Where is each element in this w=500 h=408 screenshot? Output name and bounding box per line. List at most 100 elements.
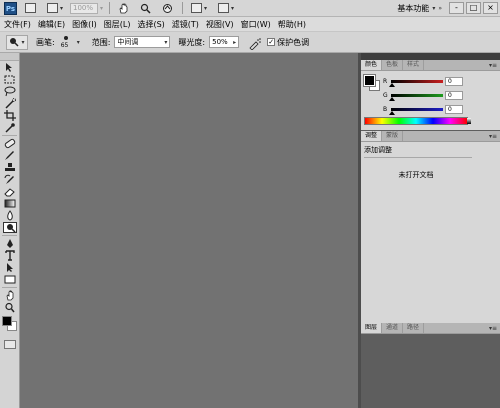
eyedropper-tool[interactable] (3, 122, 17, 133)
lasso-tool[interactable] (3, 86, 17, 97)
exposure-field[interactable]: 50% ▸ (209, 36, 240, 48)
slider-knob-icon[interactable] (389, 97, 395, 101)
dodge-icon (7, 224, 16, 233)
chevron-right-icon: » (438, 5, 442, 12)
black-white-ramp[interactable] (467, 118, 471, 124)
dock-header[interactable] (361, 53, 500, 60)
eraser-tool[interactable] (3, 186, 17, 197)
blur-tool[interactable] (3, 210, 17, 221)
screen-mode-button[interactable]: ▾ (215, 2, 237, 15)
marquee-tool[interactable] (3, 74, 17, 85)
quick-select-icon (5, 98, 16, 109)
green-value[interactable]: 0 (445, 91, 463, 100)
lasso-icon (4, 86, 16, 97)
eyedropper-icon (5, 123, 15, 133)
healing-tool[interactable] (3, 138, 17, 149)
zoom-icon (5, 302, 15, 313)
color-spectrum[interactable] (364, 117, 471, 125)
close-button[interactable]: × (483, 2, 498, 14)
zoom-button[interactable] (137, 2, 154, 15)
bridge-button[interactable] (22, 2, 39, 15)
rotate-view-button[interactable] (159, 2, 176, 15)
brush-picker[interactable]: 65 (59, 35, 77, 50)
red-slider[interactable] (389, 80, 443, 87)
protect-tones-checkbox[interactable]: ✓ (267, 38, 276, 46)
shape-tool[interactable] (3, 274, 17, 285)
chevron-right-icon: ▸ (233, 38, 237, 46)
arrange-documents-button[interactable]: ▾ (188, 2, 210, 15)
panel-menu-icon[interactable]: ▾≡ (489, 325, 497, 332)
red-value[interactable]: 0 (445, 77, 463, 86)
color-panel-swatches[interactable] (363, 74, 380, 91)
crop-icon (4, 110, 16, 121)
move-tool[interactable] (3, 62, 17, 73)
slider-knob-icon[interactable] (389, 111, 395, 115)
menu-file[interactable]: 文件(F) (4, 19, 31, 30)
menu-layer[interactable]: 图层(L) (104, 19, 131, 30)
tab-channels[interactable]: 通道 (382, 323, 404, 333)
menu-window[interactable]: 窗口(W) (241, 19, 271, 30)
layers-panel-body (361, 334, 500, 408)
photoshop-logo: Ps (4, 1, 17, 15)
chevron-down-icon[interactable]: ▾ (77, 39, 80, 46)
hand-icon (6, 290, 14, 301)
workspace-switcher[interactable]: 基本功能 ▾ » (397, 2, 442, 15)
tab-color[interactable]: 颜色 (361, 60, 383, 70)
panel-menu-icon[interactable]: ▾≡ (489, 62, 497, 69)
panel-grip[interactable] (0, 53, 19, 61)
slider-knob-icon[interactable] (389, 83, 395, 87)
tab-styles[interactable]: 样式 (403, 60, 425, 70)
pen-icon (7, 239, 13, 248)
green-slider[interactable] (389, 94, 443, 101)
airbrush-button[interactable] (247, 36, 261, 51)
divider (2, 287, 17, 288)
range-select[interactable]: 中间调 ▾ (114, 36, 171, 48)
blue-value[interactable]: 0 (445, 105, 463, 114)
mini-bridge-button[interactable]: ▾ (44, 2, 66, 15)
dodge-tool[interactable] (3, 222, 17, 233)
tab-paths[interactable]: 路径 (403, 323, 425, 333)
history-brush-tool[interactable] (3, 174, 17, 185)
menu-image[interactable]: 图像(I) (72, 19, 97, 30)
crop-tool[interactable] (3, 110, 17, 121)
menu-view[interactable]: 视图(V) (206, 19, 234, 30)
tab-masks[interactable]: 蒙版 (382, 131, 404, 141)
chevron-down-icon: ▾ (432, 5, 436, 12)
foreground-color[interactable] (363, 74, 376, 87)
brush-tool[interactable] (3, 150, 17, 161)
tab-swatches[interactable]: 色板 (382, 60, 404, 70)
minimize-button[interactable]: - (449, 2, 464, 14)
foreground-color[interactable] (2, 316, 12, 326)
zoom-tool[interactable] (3, 302, 17, 313)
tab-layers[interactable]: 图层 (361, 323, 383, 333)
brush-icon (5, 151, 14, 160)
panel-dock: 颜色 色板 样式 ▾≡ R 0 G 0 B 0 调整 蒙版 ▾≡ 添加调整 未打… (361, 53, 500, 408)
color-swatches[interactable] (1, 315, 19, 335)
menu-edit[interactable]: 编辑(E) (38, 19, 65, 30)
path-select-tool[interactable] (3, 262, 17, 273)
blue-slider[interactable] (389, 108, 443, 115)
gradient-tool[interactable] (3, 198, 17, 209)
tool-preset-picker[interactable]: ▾ (6, 34, 28, 50)
clone-stamp-tool[interactable] (3, 162, 17, 173)
divider (109, 2, 111, 14)
pen-tool[interactable] (3, 238, 17, 249)
zoom-field[interactable]: 100% (70, 2, 99, 14)
menu-filter[interactable]: 滤镜(T) (172, 19, 199, 30)
canvas-area[interactable] (20, 53, 358, 408)
menu-help[interactable]: 帮助(H) (278, 19, 306, 30)
history-brush-icon (4, 174, 14, 184)
panel-menu-icon[interactable]: ▾≡ (489, 133, 497, 140)
tools-panel (0, 53, 20, 408)
type-tool[interactable] (3, 250, 17, 261)
hand-button[interactable] (115, 2, 132, 15)
menu-bar: 文件(F) 编辑(E) 图像(I) 图层(L) 选择(S) 滤镜(T) 视图(V… (0, 17, 500, 32)
quick-select-tool[interactable] (3, 98, 17, 109)
menu-select[interactable]: 选择(S) (137, 19, 164, 30)
hand-tool[interactable] (3, 290, 17, 301)
workspace-label: 基本功能 (397, 4, 430, 13)
maximize-button[interactable]: □ (466, 2, 481, 14)
tab-adjustments[interactable]: 调整 (361, 131, 383, 141)
quick-mask-button[interactable] (4, 340, 16, 349)
eraser-icon (4, 188, 15, 197)
